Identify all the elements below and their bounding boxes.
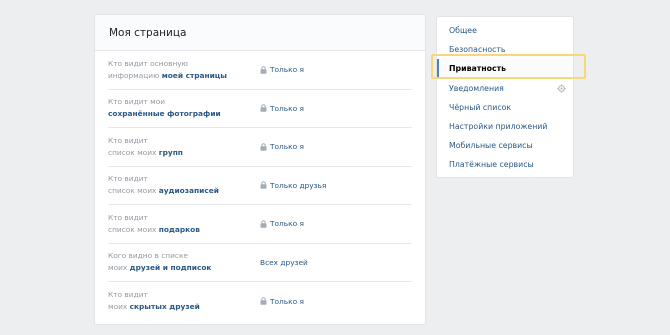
privacy-row-label-line1: Кто видит [108, 212, 148, 222]
privacy-row-label-prefix: моих [108, 263, 130, 273]
menu-item-notifications[interactable]: Уведомления [437, 79, 573, 98]
privacy-row-label-prefix: список моих [108, 186, 159, 196]
privacy-value-dropdown[interactable]: Только я [260, 65, 304, 74]
privacy-row-label-line1: Кто видит мои [108, 97, 166, 107]
lock-icon [260, 181, 267, 189]
menu-item-notifications-label: Уведомления [449, 83, 504, 93]
settings-page: Моя страница Кто видит основную информац… [0, 0, 670, 335]
privacy-value-dropdown[interactable]: Только друзья [260, 181, 326, 190]
privacy-value-dropdown[interactable]: Всех друзей [260, 258, 308, 267]
lock-icon [260, 143, 267, 151]
privacy-row-label: Кто видит мои сохранённые фотографии [108, 96, 260, 120]
privacy-row-label-line1: Кто видит [108, 290, 148, 300]
privacy-value-dropdown[interactable]: Только я [260, 104, 304, 113]
privacy-value-label: Всех друзей [260, 257, 308, 267]
privacy-row-label-line1: Кого видно в списке [108, 251, 188, 261]
privacy-value-label: Только друзья [270, 180, 327, 190]
privacy-row-label-emphasis: друзей и подписок [129, 263, 212, 273]
privacy-row-label-emphasis: сохранённые фотографии [108, 109, 221, 119]
menu-item-security[interactable]: Безопасность [437, 40, 573, 59]
privacy-row: Кто видит моих скрытых друзей Только я [108, 282, 412, 321]
settings-menu-list: Общее Безопасность Приватность Уведомлен… [437, 17, 573, 175]
menu-item-app-settings[interactable]: Настройки приложений [437, 117, 573, 136]
privacy-row-label-emphasis: аудиозаписей [158, 186, 219, 196]
privacy-value-label: Только я [270, 219, 304, 229]
menu-item-blacklist[interactable]: Чёрный список [437, 98, 573, 117]
privacy-row-label: Кто видит основную информацию моей стран… [108, 58, 260, 82]
card-title: Моя страница [95, 15, 425, 51]
privacy-row-label-prefix: список моих [108, 224, 159, 234]
privacy-row-label: Кто видит список моих групп [108, 135, 260, 159]
menu-item-payment-services[interactable]: Платёжные сервисы [437, 155, 573, 174]
privacy-settings-card: Моя страница Кто видит основную информац… [94, 14, 426, 325]
privacy-row-label-emphasis: групп [158, 147, 183, 157]
privacy-rows: Кто видит основную информацию моей стран… [95, 51, 425, 321]
lock-icon [260, 297, 267, 305]
lock-icon [260, 66, 267, 74]
lock-icon [260, 104, 267, 112]
privacy-row-label: Кто видит список моих подарков [108, 212, 260, 236]
privacy-row-label-prefix: список моих [108, 147, 159, 157]
privacy-value-label: Только я [270, 296, 304, 306]
gear-icon[interactable] [557, 83, 566, 93]
privacy-row-label-line1: Кто видит [108, 135, 148, 145]
privacy-value-dropdown[interactable]: Только я [260, 297, 304, 306]
privacy-row: Кого видно в списке моих друзей и подпис… [108, 244, 412, 282]
privacy-row: Кто видит список моих подарков Только я [108, 205, 412, 244]
privacy-value-dropdown[interactable]: Только я [260, 219, 304, 228]
menu-item-privacy[interactable]: Приватность [437, 59, 573, 79]
privacy-row-label-emphasis: скрытых друзей [129, 302, 200, 312]
privacy-row: Кто видит список моих аудиозаписей Тольк… [108, 167, 412, 205]
privacy-row-label: Кого видно в списке моих друзей и подпис… [108, 250, 260, 274]
privacy-row-label-line1: Кто видит [108, 174, 148, 184]
privacy-row-label: Кто видит список моих аудиозаписей [108, 173, 260, 197]
privacy-row-label-line1: Кто видит основную [108, 58, 188, 68]
privacy-row: Кто видит список моих групп Только я [108, 128, 412, 167]
privacy-row-label-prefix: моих [108, 302, 130, 312]
privacy-value-label: Только я [270, 65, 304, 75]
privacy-row: Кто видит мои сохранённые фотографии Тол… [108, 90, 412, 128]
privacy-row-label-emphasis: моей страницы [161, 70, 227, 80]
settings-side-menu: Общее Безопасность Приватность Уведомлен… [436, 16, 574, 178]
menu-item-general[interactable]: Общее [437, 21, 573, 40]
privacy-value-dropdown[interactable]: Только я [260, 142, 304, 151]
menu-item-mobile-services[interactable]: Мобильные сервисы [437, 136, 573, 155]
privacy-row-label-emphasis: подарков [158, 224, 200, 234]
privacy-value-label: Только я [270, 103, 304, 113]
privacy-row-label-prefix: информацию [108, 70, 162, 80]
lock-icon [260, 220, 267, 228]
privacy-row: Кто видит основную информацию моей стран… [108, 51, 412, 90]
privacy-value-label: Только я [270, 142, 304, 152]
privacy-row-label: Кто видит моих скрытых друзей [108, 289, 260, 313]
